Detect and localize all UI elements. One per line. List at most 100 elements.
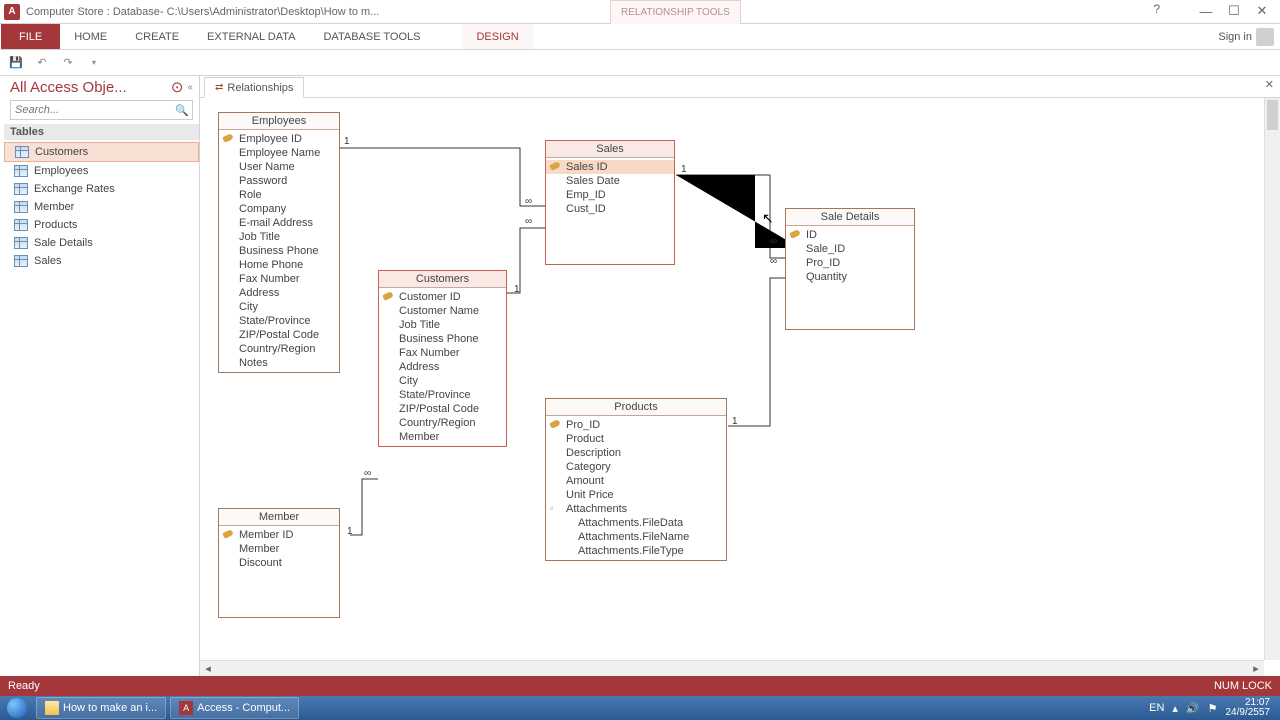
close-button[interactable]: ✕ (1248, 0, 1276, 22)
vertical-scrollbar[interactable] (1264, 98, 1280, 660)
nav-item-member[interactable]: Member (4, 198, 199, 216)
field[interactable]: Unit Price (546, 488, 726, 502)
table-box-sale-details[interactable]: Sale Details ID Sale_ID Pro_ID Quantity (785, 208, 915, 330)
field[interactable]: Business Phone (379, 332, 506, 346)
field[interactable]: City (379, 374, 506, 388)
field[interactable]: Customer Name (379, 304, 506, 318)
field[interactable]: City (219, 300, 339, 314)
field[interactable]: Attachments.FileData (546, 516, 726, 530)
field[interactable]: Country/Region (219, 342, 339, 356)
field[interactable]: State/Province (379, 388, 506, 402)
field-attachments[interactable]: Attachments (546, 502, 726, 516)
nav-item-sale-details[interactable]: Sale Details (4, 234, 199, 252)
tab-create[interactable]: CREATE (121, 24, 193, 49)
field[interactable]: Discount (219, 556, 339, 570)
field[interactable]: Role (219, 188, 339, 202)
field[interactable]: Job Title (379, 318, 506, 332)
nav-item-exchange-rates[interactable]: Exchange Rates (4, 180, 199, 198)
field[interactable]: Description (546, 446, 726, 460)
undo-icon[interactable]: ↶ (32, 53, 52, 73)
field[interactable]: Company (219, 202, 339, 216)
field-employee-id[interactable]: Employee ID (219, 132, 339, 146)
field-sales-id[interactable]: Sales ID (546, 160, 674, 174)
save-icon[interactable]: 💾 (6, 53, 26, 73)
taskbar-clock[interactable]: 21:07 24/9/2557 (1226, 698, 1275, 718)
tray-volume-icon[interactable]: 🔊 (1186, 702, 1200, 715)
field[interactable]: State/Province (219, 314, 339, 328)
nav-item-customers[interactable]: Customers (4, 142, 199, 162)
field[interactable]: Notes (219, 356, 339, 370)
field[interactable]: Amount (546, 474, 726, 488)
nav-item-products[interactable]: Products (4, 216, 199, 234)
cardinality-one: 1 (681, 164, 687, 175)
field-id[interactable]: ID (786, 228, 914, 242)
file-tab[interactable]: FILE (1, 24, 60, 49)
field[interactable]: Sale_ID (786, 242, 914, 256)
table-box-products[interactable]: Products Pro_ID Product Description Cate… (545, 398, 727, 561)
taskbar-button-access[interactable]: AAccess - Comput... (170, 697, 299, 719)
nav-collapse-icon[interactable]: « (187, 82, 193, 93)
field[interactable]: Member (379, 430, 506, 444)
language-indicator[interactable]: EN (1149, 702, 1164, 714)
nav-item-sales[interactable]: Sales (4, 252, 199, 270)
search-input[interactable] (11, 104, 172, 116)
taskbar-button-explorer[interactable]: How to make an i... (36, 697, 166, 719)
field[interactable]: ZIP/Postal Code (219, 328, 339, 342)
table-box-member[interactable]: Member Member ID Member Discount (218, 508, 340, 618)
field[interactable]: Attachments.FileName (546, 530, 726, 544)
nav-pane-title[interactable]: All Access Obje... ⊙ « (4, 76, 199, 98)
start-button[interactable] (0, 696, 34, 720)
field[interactable]: Employee Name (219, 146, 339, 160)
nav-item-employees[interactable]: Employees (4, 162, 199, 180)
field[interactable]: Pro_ID (786, 256, 914, 270)
field[interactable]: Password (219, 174, 339, 188)
field[interactable]: Quantity (786, 270, 914, 284)
tab-home[interactable]: HOME (60, 24, 121, 49)
field-pro-id[interactable]: Pro_ID (546, 418, 726, 432)
horizontal-scrollbar[interactable]: ◂ ▸ (200, 660, 1264, 676)
tray-show-hidden-icon[interactable]: ▴ (1172, 702, 1178, 715)
search-icon[interactable]: 🔍 (172, 104, 192, 117)
field[interactable]: Country/Region (379, 416, 506, 430)
field-member-id[interactable]: Member ID (219, 528, 339, 542)
field[interactable]: Category (546, 460, 726, 474)
field[interactable]: Emp_ID (546, 188, 674, 202)
minimize-button[interactable]: — (1192, 0, 1220, 22)
field[interactable]: Address (379, 360, 506, 374)
field[interactable]: Attachments.FileType (546, 544, 726, 558)
field-customer-id[interactable]: Customer ID (379, 290, 506, 304)
tab-database-tools[interactable]: DATABASE TOOLS (309, 24, 434, 49)
field[interactable]: Product (546, 432, 726, 446)
field[interactable]: Sales Date (546, 174, 674, 188)
field[interactable]: Cust_ID (546, 202, 674, 216)
field[interactable]: Home Phone (219, 258, 339, 272)
field[interactable]: Job Title (219, 230, 339, 244)
nav-dropdown-icon[interactable]: ⊙ (171, 78, 184, 96)
tab-design[interactable]: DESIGN (462, 24, 532, 49)
qat-customize-icon[interactable]: ▾ (84, 53, 104, 73)
redo-icon[interactable]: ↷ (58, 53, 78, 73)
help-button[interactable]: ? (1153, 2, 1160, 16)
field[interactable]: Member (219, 542, 339, 556)
scroll-right-icon[interactable]: ▸ (1248, 661, 1264, 676)
scroll-left-icon[interactable]: ◂ (200, 661, 216, 676)
field[interactable]: Fax Number (379, 346, 506, 360)
table-box-employees[interactable]: Employees Employee ID Employee Name User… (218, 112, 340, 373)
field[interactable]: Address (219, 286, 339, 300)
table-box-sales[interactable]: Sales Sales ID Sales Date Emp_ID Cust_ID (545, 140, 675, 265)
tray-flag-icon[interactable]: ⚑ (1208, 702, 1218, 715)
document-close-button[interactable]: ✕ (1265, 78, 1274, 91)
relationships-canvas[interactable]: Employees Employee ID Employee Name User… (200, 98, 1280, 676)
document-tab-relationships[interactable]: ⇄ Relationships (204, 77, 304, 98)
nav-search[interactable]: 🔍 (10, 100, 193, 120)
field[interactable]: ZIP/Postal Code (379, 402, 506, 416)
tab-external-data[interactable]: EXTERNAL DATA (193, 24, 309, 49)
field[interactable]: User Name (219, 160, 339, 174)
field[interactable]: Fax Number (219, 272, 339, 286)
sign-in-link[interactable]: Sign in (1212, 24, 1280, 49)
table-box-customers[interactable]: Customers Customer ID Customer Name Job … (378, 270, 507, 447)
field[interactable]: E-mail Address (219, 216, 339, 230)
restore-button[interactable]: ☐ (1220, 0, 1248, 22)
nav-group-tables[interactable]: Tables (4, 124, 199, 140)
field[interactable]: Business Phone (219, 244, 339, 258)
